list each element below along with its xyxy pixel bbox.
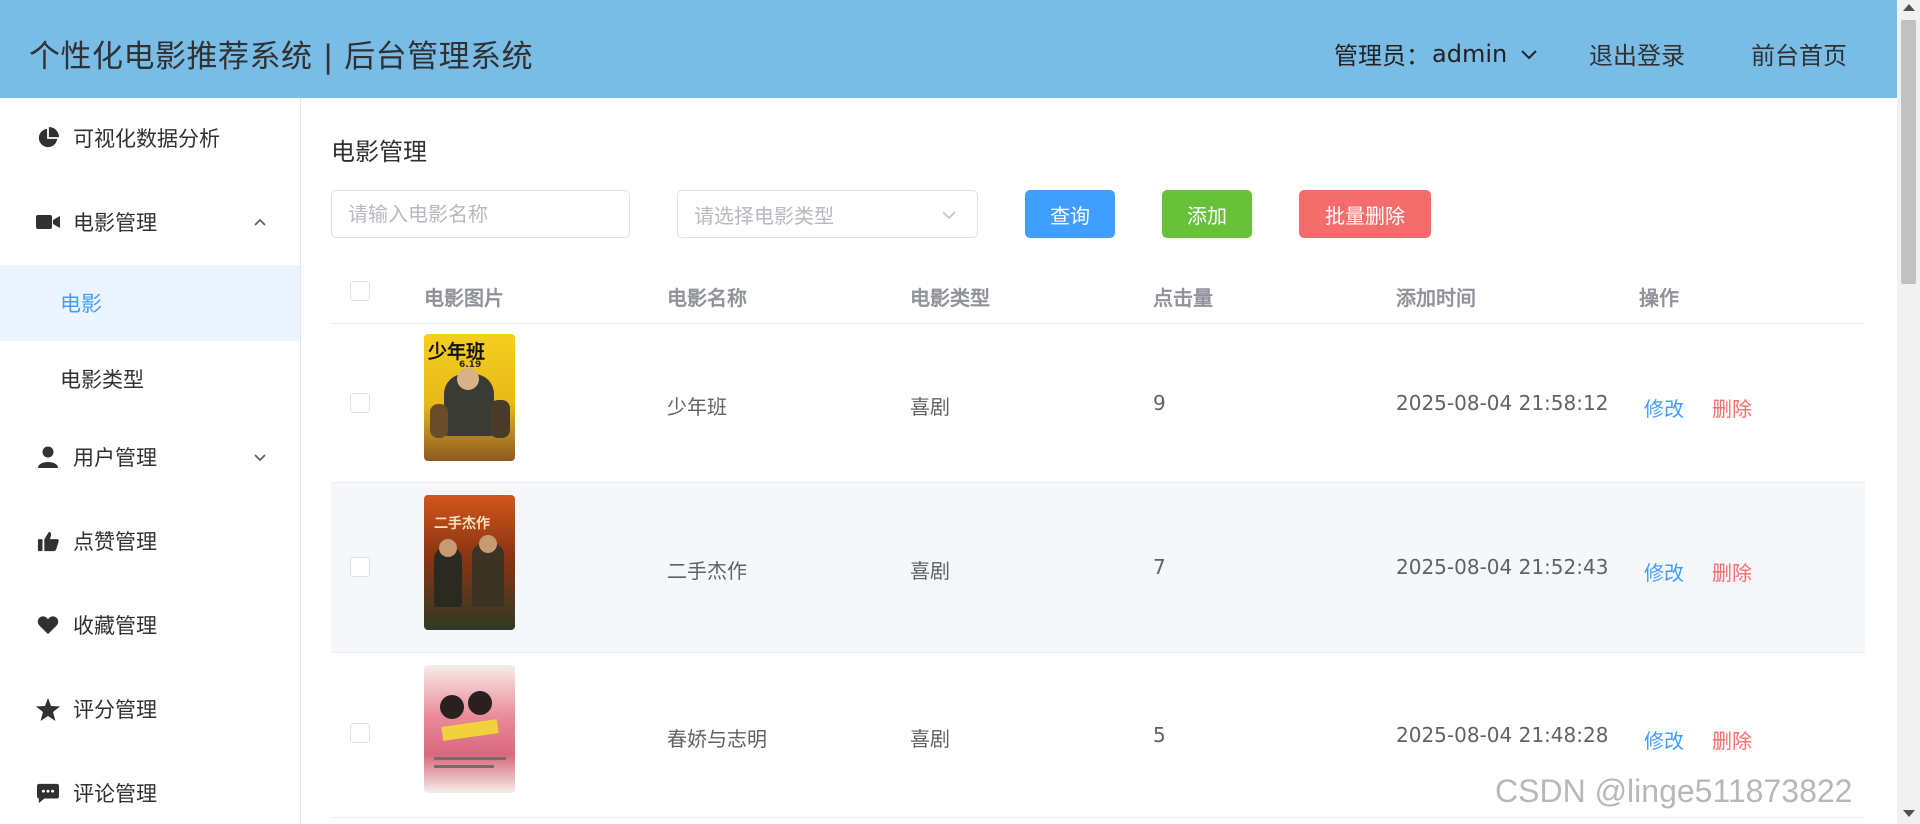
admin-dropdown[interactable]: 管理员： admin — [1334, 36, 1541, 71]
column-header: 操作 — [1639, 286, 1679, 310]
delete-link[interactable]: 删除 — [1712, 725, 1752, 754]
sidebar-item-label: 电影 — [60, 292, 102, 316]
added-time: 2025-08-04 21:52:43 — [1396, 555, 1609, 579]
column-header: 电影名称 — [667, 286, 747, 310]
app-title: 个性化电影推荐系统 | 后台管理系统 — [29, 39, 534, 75]
thumbs-up-icon — [36, 529, 60, 553]
movie-name: 春娇与志明 — [667, 727, 767, 751]
sidebar-item-rating-management[interactable]: 评分管理 — [0, 671, 300, 747]
movie-type: 喜剧 — [910, 727, 950, 751]
chevron-down-icon — [254, 454, 266, 462]
sidebar-item-comment-management[interactable]: 评论管理 — [0, 755, 300, 824]
sidebar-item-label: 电影管理 — [73, 211, 157, 235]
edit-link[interactable]: 修改 — [1644, 725, 1684, 754]
table-header: 电影图片 电影名称 电影类型 点击量 添加时间 操作 — [331, 268, 1865, 324]
movie-name: 少年班 — [667, 395, 727, 419]
delete-link[interactable]: 删除 — [1712, 557, 1752, 586]
column-header: 添加时间 — [1396, 286, 1476, 310]
front-home-link[interactable]: 前台首页 — [1751, 36, 1847, 71]
sidebar-item-label: 评分管理 — [73, 698, 157, 722]
video-camera-icon — [36, 210, 60, 234]
sidebar: 可视化数据分析 电影管理 电影 电影类型 用户管理 点赞管理 收藏管理 评分管理… — [0, 98, 301, 824]
sidebar-item-label: 用户管理 — [73, 446, 157, 470]
added-time: 2025-08-04 21:48:28 — [1396, 723, 1609, 747]
page-scrollbar[interactable] — [1897, 0, 1920, 824]
column-header: 电影图片 — [424, 286, 504, 310]
sidebar-item-label: 可视化数据分析 — [73, 127, 220, 151]
sidebar-item-user-management[interactable]: 用户管理 — [0, 419, 300, 495]
comment-icon — [36, 781, 60, 805]
edit-link[interactable]: 修改 — [1644, 393, 1684, 422]
user-icon — [36, 445, 60, 469]
column-header: 电影类型 — [910, 286, 990, 310]
sidebar-item-label: 评论管理 — [73, 782, 157, 806]
click-count: 5 — [1153, 723, 1166, 747]
sidebar-item-label: 电影类型 — [60, 368, 144, 392]
row-checkbox[interactable] — [350, 723, 370, 743]
delete-link[interactable]: 删除 — [1712, 393, 1752, 422]
scroll-up-arrow-icon[interactable] — [1903, 4, 1915, 11]
add-button[interactable]: 添加 — [1162, 190, 1252, 238]
bulk-delete-button[interactable]: 批量删除 — [1299, 190, 1431, 238]
table-row: 少年班 6.19 少年班 喜剧 9 2025-08-04 21:58:12 修改… — [331, 324, 1865, 483]
scroll-down-arrow-icon[interactable] — [1903, 810, 1915, 817]
select-placeholder: 请选择电影类型 — [694, 203, 834, 228]
scroll-thumb[interactable] — [1901, 20, 1916, 284]
sidebar-item-movies[interactable]: 电影 — [0, 265, 300, 341]
sidebar-item-label: 收藏管理 — [73, 614, 157, 638]
movie-type: 喜剧 — [910, 559, 950, 583]
watermark: CSDN @linge511873822 — [1495, 773, 1853, 809]
movie-type-select[interactable]: 请选择电影类型 — [677, 190, 978, 238]
edit-link[interactable]: 修改 — [1644, 557, 1684, 586]
click-count: 7 — [1153, 555, 1166, 579]
sidebar-item-like-management[interactable]: 点赞管理 — [0, 503, 300, 579]
top-header: 个性化电影推荐系统 | 后台管理系统 管理员： admin 退出登录 前台首页 — [0, 0, 1920, 98]
sidebar-item-label: 点赞管理 — [73, 530, 157, 554]
sidebar-item-movie-types[interactable]: 电影类型 — [0, 341, 300, 417]
logout-link[interactable]: 退出登录 — [1589, 36, 1685, 71]
movie-poster — [424, 665, 515, 793]
query-button[interactable]: 查询 — [1025, 190, 1115, 238]
movie-type: 喜剧 — [910, 395, 950, 419]
heart-icon — [36, 613, 60, 637]
star-icon — [36, 697, 60, 721]
table-row: 二手杰作 二手杰作 喜剧 7 2025-08-04 21:52:43 修改 删除 — [331, 483, 1865, 653]
row-checkbox[interactable] — [350, 557, 370, 577]
movie-poster: 少年班 6.19 — [424, 334, 515, 461]
sidebar-item-movie-management[interactable]: 电影管理 — [0, 184, 300, 260]
chevron-down-icon — [1521, 49, 1537, 59]
movie-name-search-input[interactable] — [331, 190, 630, 238]
sidebar-item-data-analysis[interactable]: 可视化数据分析 — [0, 100, 300, 176]
row-checkbox[interactable] — [350, 393, 370, 413]
movie-poster: 二手杰作 — [424, 495, 515, 630]
select-all-checkbox[interactable] — [350, 281, 370, 301]
sidebar-item-favorite-management[interactable]: 收藏管理 — [0, 587, 300, 663]
chevron-up-icon — [254, 218, 266, 226]
pie-chart-icon — [36, 126, 60, 150]
page-title: 电影管理 — [331, 138, 427, 166]
admin-label: 管理员： — [1334, 42, 1430, 70]
poster-title: 二手杰作 — [434, 516, 490, 532]
main-content: 电影管理 请选择电影类型 查询 添加 批量删除 电影图片 电影名称 电影类型 点… — [301, 98, 1897, 824]
admin-name: admin — [1432, 39, 1508, 68]
column-header: 点击量 — [1153, 286, 1213, 310]
click-count: 9 — [1153, 391, 1166, 415]
added-time: 2025-08-04 21:58:12 — [1396, 391, 1609, 415]
chevron-down-icon — [942, 211, 956, 220]
movie-name: 二手杰作 — [667, 559, 747, 583]
